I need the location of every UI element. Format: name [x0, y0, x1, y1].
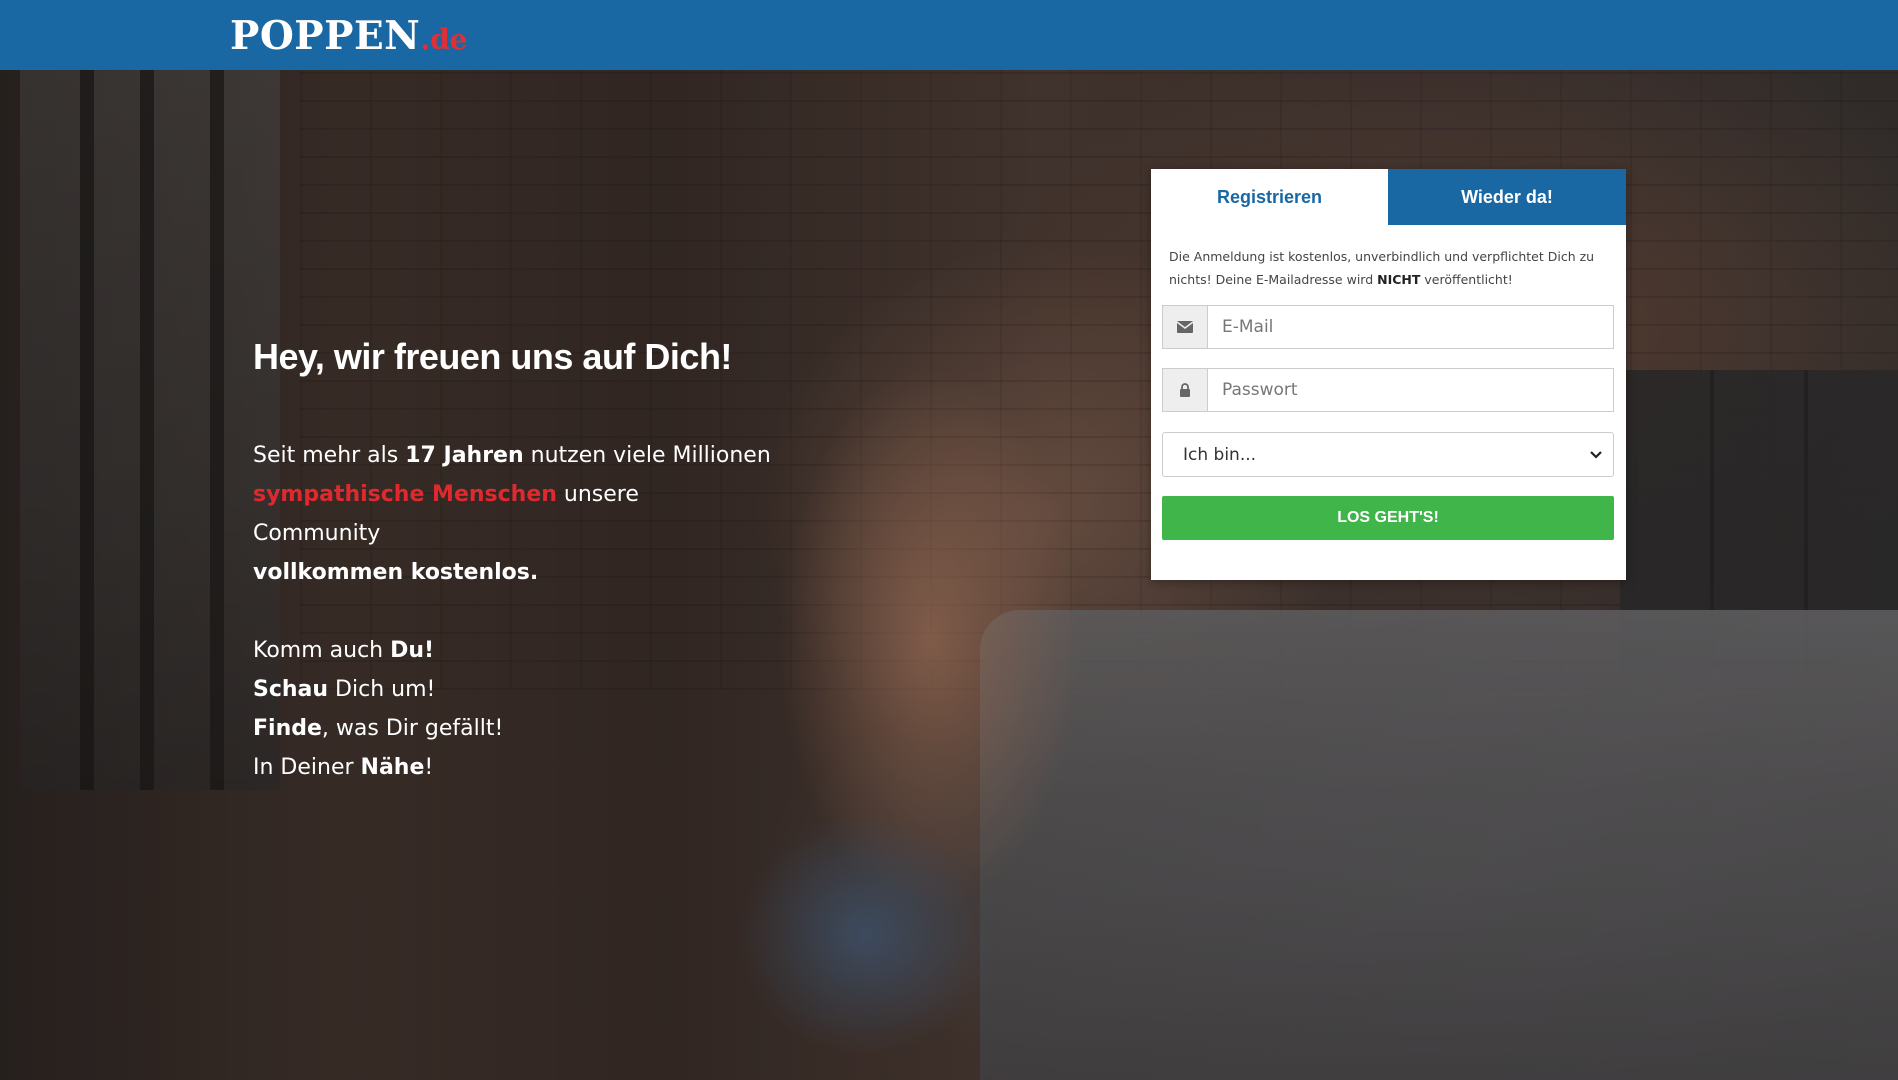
gender-select[interactable]: Ich bin...: [1162, 432, 1614, 477]
cta-line-4c: !: [424, 755, 434, 780]
privacy-note-emphasis: NICHT: [1377, 272, 1421, 287]
top-header: POPPEN.de: [0, 0, 1898, 70]
logo[interactable]: POPPEN.de: [230, 14, 467, 62]
cta-line-1b: Du!: [390, 638, 435, 663]
cta-line-2a: Schau: [253, 677, 329, 702]
intro-text-2: nutzen viele Millionen: [523, 443, 771, 468]
hero-copy: Seit mehr als 17 Jahren nutzen viele Mil…: [253, 436, 773, 787]
logo-tld-text: .de: [420, 23, 468, 56]
tab-login[interactable]: Wieder da!: [1388, 169, 1626, 225]
intro-years: 17 Jahren: [405, 443, 524, 468]
lock-icon: [1163, 369, 1208, 411]
envelope-icon: [1163, 306, 1208, 348]
email-field: [1162, 305, 1614, 349]
cta-line-4a: In Deiner: [253, 755, 361, 780]
cta-line-1a: Komm auch: [253, 638, 391, 663]
privacy-note: Die Anmeldung ist kostenlos, unverbindli…: [1169, 245, 1609, 291]
cta-line-2b: Dich um!: [328, 677, 436, 702]
intro-highlight: sympathische Menschen: [253, 482, 557, 507]
intro-text-1: Seit mehr als: [253, 443, 406, 468]
privacy-note-end: veröffentlicht!: [1420, 272, 1513, 287]
submit-button[interactable]: LOS GEHT'S!: [1162, 496, 1614, 540]
cta-lines: Komm auch Du! Schau Dich um! Finde, was …: [253, 631, 773, 787]
cta-line-4b: Nähe: [360, 755, 425, 780]
tab-register[interactable]: Registrieren: [1151, 169, 1388, 225]
chevron-down-icon: [1589, 445, 1603, 465]
password-input[interactable]: [1208, 369, 1613, 411]
hero-headline: Hey, wir freuen uns auf Dich!: [253, 336, 732, 377]
intro-free: vollkommen kostenlos.: [253, 560, 539, 585]
email-input[interactable]: [1208, 306, 1613, 348]
cta-line-3a: Finde: [253, 716, 322, 741]
intro-paragraph: Seit mehr als 17 Jahren nutzen viele Mil…: [253, 436, 773, 592]
password-field: [1162, 368, 1614, 412]
cta-line-3b: , was Dir gefällt!: [321, 716, 504, 741]
logo-main-text: POPPEN: [230, 13, 421, 59]
gender-select-value: Ich bin...: [1183, 444, 1257, 465]
form-tabs: Registrieren Wieder da!: [1151, 169, 1626, 225]
registration-panel: Registrieren Wieder da! Die Anmeldung is…: [1151, 169, 1626, 580]
